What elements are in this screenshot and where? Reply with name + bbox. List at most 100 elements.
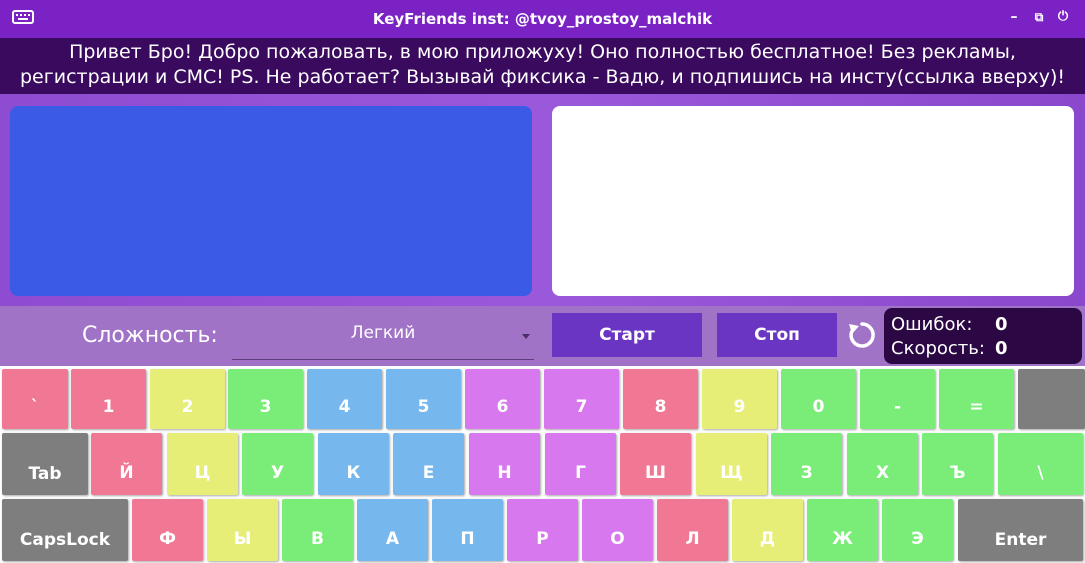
errors-label: Ошибок: (891, 314, 973, 335)
difficulty-label: Сложность: (82, 323, 218, 348)
key-label: 3 (259, 397, 272, 417)
key-label: К (346, 463, 361, 483)
speed-value: 0 (995, 338, 1008, 359)
key-row1-8-ш[interactable]: Ш (620, 433, 691, 495)
window-title: KeyFriends inst: @tvoy_prostoy_malchik (372, 10, 713, 28)
key-label: Р (536, 529, 549, 549)
key-row0-1-1[interactable]: 1 (71, 369, 146, 429)
work-area (0, 94, 1085, 306)
key-row1-12-ъ[interactable]: Ъ (922, 433, 993, 495)
key-label: 6 (496, 397, 509, 417)
key-row0-11[interactable]: - (860, 369, 935, 429)
key-row1-7-г[interactable]: Г (545, 433, 616, 495)
stop-button[interactable]: Стоп (717, 313, 837, 357)
key-label: Ы (233, 529, 252, 549)
virtual-keyboard: ` 1 2 3 4 5 6 7 8 9 0 - = Tab Й Ц У К Е Н Г Ш Щ З Х Ъ \ CapsLock Ф Ы В… (0, 366, 1085, 563)
key-label: ` (30, 397, 40, 417)
key-label: 9 (733, 397, 746, 417)
key-label: Е (422, 463, 435, 483)
key-label: 8 (654, 397, 667, 417)
typing-input-panel[interactable] (552, 106, 1074, 296)
key-label: Н (497, 463, 512, 483)
key-row0-4-4[interactable]: 4 (307, 369, 382, 429)
key-label: Ф (159, 529, 176, 549)
key-row2-4-а[interactable]: А (357, 499, 428, 561)
key-label: Enter (994, 530, 1047, 550)
key-row1-11-х[interactable]: Х (847, 433, 918, 495)
key-label: Tab (28, 464, 62, 484)
chevron-down-icon (522, 334, 530, 339)
errors-value: 0 (995, 314, 1008, 335)
key-label: Г (575, 463, 586, 483)
key-label: У (270, 463, 285, 483)
controls-bar: Сложность: Легкий Старт Стоп Ошибок: 0 С… (0, 306, 1085, 366)
restore-icon[interactable]: ⧉ (1030, 8, 1048, 26)
key-row0-10-0[interactable]: 0 (781, 369, 856, 429)
key-row0-6-6[interactable]: 6 (465, 369, 540, 429)
key-row2-5-п[interactable]: П (432, 499, 503, 561)
banner-line-2: регистрации и СМС! PS. Не работает? Вызы… (19, 66, 1066, 88)
key-row0-7-7[interactable]: 7 (544, 369, 619, 429)
key-row2-6-р[interactable]: Р (507, 499, 578, 561)
welcome-banner: Привет Бро! Добро пожаловать, в мою прил… (0, 38, 1085, 94)
key-row2-10-ж[interactable]: Ж (807, 499, 878, 561)
key-row0-8-8[interactable]: 8 (623, 369, 698, 429)
key-row1-1-й[interactable]: Й (91, 433, 162, 495)
key-label: Э (911, 529, 924, 549)
key-label: Ж (832, 529, 853, 549)
key-label: CapsLock (19, 530, 111, 550)
key-label: Ъ (949, 463, 966, 483)
key-row0-0[interactable]: ` (2, 369, 68, 429)
key-row0-13[interactable] (1018, 369, 1085, 429)
key-label: Ш (644, 463, 666, 483)
key-label: 4 (338, 397, 351, 417)
key-label: 2 (181, 397, 194, 417)
key-row2-3-в[interactable]: В (282, 499, 353, 561)
key-row2-0-capslock[interactable]: CapsLock (2, 499, 128, 561)
key-row1-9-щ[interactable]: Щ (696, 433, 767, 495)
key-row2-12-enter[interactable]: Enter (958, 499, 1083, 561)
key-row0-9-9[interactable]: 9 (702, 369, 777, 429)
key-row2-7-о[interactable]: О (582, 499, 653, 561)
stats-panel: Ошибок: 0 Скорость: 0 (884, 308, 1082, 364)
key-label: 5 (417, 397, 430, 417)
speed-label: Скорость: (891, 338, 985, 359)
banner-line-1: Привет Бро! Добро пожаловать, в мою прил… (69, 41, 1016, 63)
key-row1-3-у[interactable]: У (242, 433, 313, 495)
minimize-icon[interactable]: – (1005, 8, 1023, 26)
title-bar: KeyFriends inst: @tvoy_prostoy_malchik –… (0, 0, 1085, 38)
key-label: Л (685, 529, 700, 549)
key-row0-3-3[interactable]: 3 (228, 369, 303, 429)
key-label: З (800, 463, 813, 483)
key-label: 7 (575, 397, 588, 417)
key-row1-6-н[interactable]: Н (469, 433, 540, 495)
reset-icon[interactable] (845, 318, 879, 352)
key-row1-2-ц[interactable]: Ц (167, 433, 238, 495)
key-row2-8-л[interactable]: Л (657, 499, 728, 561)
difficulty-select[interactable]: Легкий (232, 314, 534, 360)
key-label: 0 (812, 397, 825, 417)
key-row2-2-ы[interactable]: Ы (207, 499, 278, 561)
key-row0-12[interactable]: = (939, 369, 1014, 429)
key-row2-11-э[interactable]: Э (882, 499, 953, 561)
key-label: Щ (720, 463, 743, 483)
key-row2-9-д[interactable]: Д (732, 499, 803, 561)
key-label: Ц (194, 463, 211, 483)
key-label: Й (119, 463, 134, 483)
power-icon[interactable]: ⏻ (1054, 8, 1072, 26)
key-label: Д (759, 529, 776, 549)
key-row0-5-5[interactable]: 5 (386, 369, 461, 429)
key-label: П (460, 529, 475, 549)
key-row1-10-з[interactable]: З (771, 433, 842, 495)
key-row1-5-е[interactable]: Е (393, 433, 464, 495)
key-row1-4-к[interactable]: К (318, 433, 389, 495)
key-row1-0-tab[interactable]: Tab (2, 433, 88, 495)
key-row2-1-ф[interactable]: Ф (132, 499, 203, 561)
key-row0-2-2[interactable]: 2 (150, 369, 225, 429)
key-label: \ (1037, 463, 1044, 483)
key-label: = (969, 397, 984, 417)
start-button[interactable]: Старт (552, 313, 702, 357)
difficulty-value: Легкий (350, 323, 416, 343)
key-row1-13[interactable]: \ (998, 433, 1083, 495)
key-label: А (385, 529, 400, 549)
